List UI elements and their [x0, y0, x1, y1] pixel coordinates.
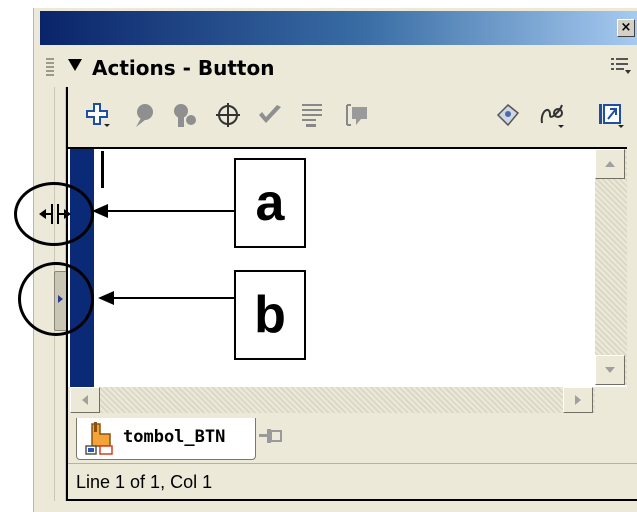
- debug-options-icon[interactable]: [538, 101, 566, 129]
- annotation-label-b: b: [234, 270, 306, 360]
- resize-cursor-icon: [39, 204, 71, 224]
- script-tab-label: tombol_BTN: [123, 427, 226, 447]
- text-cursor: [101, 151, 104, 188]
- reference-icon[interactable]: [494, 101, 522, 129]
- scroll-down-button[interactable]: [595, 355, 625, 385]
- annotation-label-a: a: [234, 158, 306, 248]
- annotation-arrow-a-line: [106, 210, 236, 212]
- scroll-up-arrow-icon: [605, 161, 615, 167]
- window-titlebar[interactable]: [40, 11, 637, 45]
- check-syntax-icon[interactable]: [256, 101, 284, 129]
- options-menu-icon[interactable]: [610, 56, 632, 76]
- scroll-down-arrow-icon: [605, 367, 615, 373]
- annotation-arrow-b-line: [112, 297, 236, 299]
- close-button[interactable]: ×: [617, 19, 635, 37]
- annotation-arrow-a-head: [92, 204, 108, 218]
- button-symbol-icon: [85, 422, 113, 455]
- view-options-icon[interactable]: [596, 101, 624, 129]
- annotation-circle-b: [18, 262, 94, 336]
- script-editor[interactable]: [68, 147, 627, 387]
- auto-format-icon[interactable]: [298, 101, 326, 129]
- annotation-arrow-b-head: [98, 291, 114, 305]
- collapse-arrow-icon[interactable]: [68, 59, 82, 71]
- scroll-left-button[interactable]: [70, 387, 100, 413]
- replace-icon[interactable]: [170, 101, 198, 129]
- panel-grip-icon[interactable]: [46, 58, 54, 78]
- scroll-left-arrow-icon: [82, 395, 88, 405]
- add-statement-icon[interactable]: [84, 101, 112, 129]
- bottom-border: [66, 499, 637, 501]
- find-icon[interactable]: [130, 101, 158, 129]
- vertical-scrollbar[interactable]: [595, 149, 627, 385]
- status-text: Line 1 of 1, Col 1: [76, 472, 213, 492]
- horizontal-scrollbar[interactable]: [70, 387, 595, 413]
- scroll-right-button[interactable]: [563, 387, 593, 413]
- target-path-icon[interactable]: [214, 101, 242, 129]
- scrollbar-corner: [595, 387, 627, 413]
- pin-script-icon[interactable]: [257, 425, 285, 447]
- scroll-right-arrow-icon: [575, 395, 581, 405]
- scroll-up-button[interactable]: [595, 149, 625, 179]
- code-hint-icon[interactable]: [342, 101, 370, 129]
- panel-title: Actions - Button: [92, 56, 275, 80]
